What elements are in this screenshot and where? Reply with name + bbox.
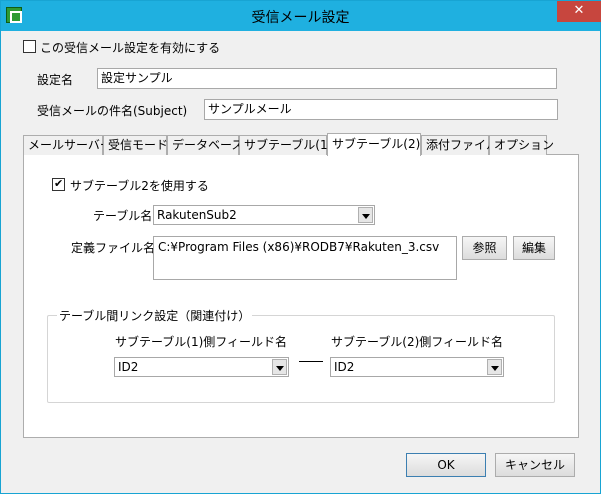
use-subtable2-label: サブテーブル2を使用する	[70, 179, 209, 193]
dialog-window: 受信メール設定 ✕ この受信メール設定を有効にする 設定名 設定サンプル 受信メ…	[0, 0, 601, 494]
chevron-down-icon[interactable]	[272, 359, 287, 375]
tab-options[interactable]: オプション	[489, 135, 554, 155]
right-field-label: サブテーブル(2)側フィールド名	[331, 335, 504, 349]
setting-name-label: 設定名	[37, 73, 74, 87]
link-group-title: テーブル間リンク設定（関連付け）	[57, 307, 253, 324]
tab-subtable-2[interactable]: サブテーブル(2)	[327, 133, 421, 156]
enable-checkbox[interactable]	[23, 40, 36, 53]
edit-button[interactable]: 編集	[513, 236, 555, 260]
browse-button[interactable]: 参照	[462, 236, 507, 260]
window-title: 受信メール設定	[251, 10, 350, 26]
close-button[interactable]: ✕	[557, 1, 601, 22]
subject-label: 受信メールの件名(Subject)	[37, 104, 188, 118]
left-field-value: ID2	[118, 360, 139, 374]
right-field-value: ID2	[334, 360, 355, 374]
use-subtable2-checkbox[interactable]	[52, 177, 65, 191]
close-icon: ✕	[573, 3, 585, 18]
table-name-value: RakutenSub2	[157, 208, 237, 222]
chevron-down-icon[interactable]	[487, 359, 502, 375]
ok-button[interactable]: OK	[406, 453, 486, 477]
tab-receive-mode[interactable]: 受信モード	[103, 135, 168, 155]
enable-label: この受信メール設定を有効にする	[40, 41, 221, 55]
link-connector	[299, 361, 323, 362]
def-file-input[interactable]: C:¥Program Files (x86)¥RODB7¥Rakuten_3.c…	[153, 236, 457, 280]
left-field-select[interactable]: ID2	[114, 357, 289, 377]
right-field-select[interactable]: ID2	[330, 357, 504, 377]
table-name-label: テーブル名	[93, 209, 153, 223]
table-name-select[interactable]: RakutenSub2	[153, 205, 375, 225]
tab-mail-server[interactable]: メールサーバー	[23, 135, 112, 155]
left-field-label: サブテーブル(1)側フィールド名	[115, 335, 288, 349]
tab-attachments[interactable]: 添付ファイル	[421, 135, 498, 155]
tab-database[interactable]: データベース	[167, 135, 243, 155]
cancel-button[interactable]: キャンセル	[495, 453, 575, 477]
setting-name-input[interactable]: 設定サンプル	[97, 68, 557, 89]
title-bar[interactable]: 受信メール設定 ✕	[1, 1, 601, 31]
chevron-down-icon[interactable]	[358, 207, 373, 223]
def-file-label: 定義ファイル名	[71, 241, 156, 255]
subject-input[interactable]: サンプルメール	[204, 99, 558, 120]
tab-subtable-1[interactable]: サブテーブル(1)	[239, 135, 332, 155]
